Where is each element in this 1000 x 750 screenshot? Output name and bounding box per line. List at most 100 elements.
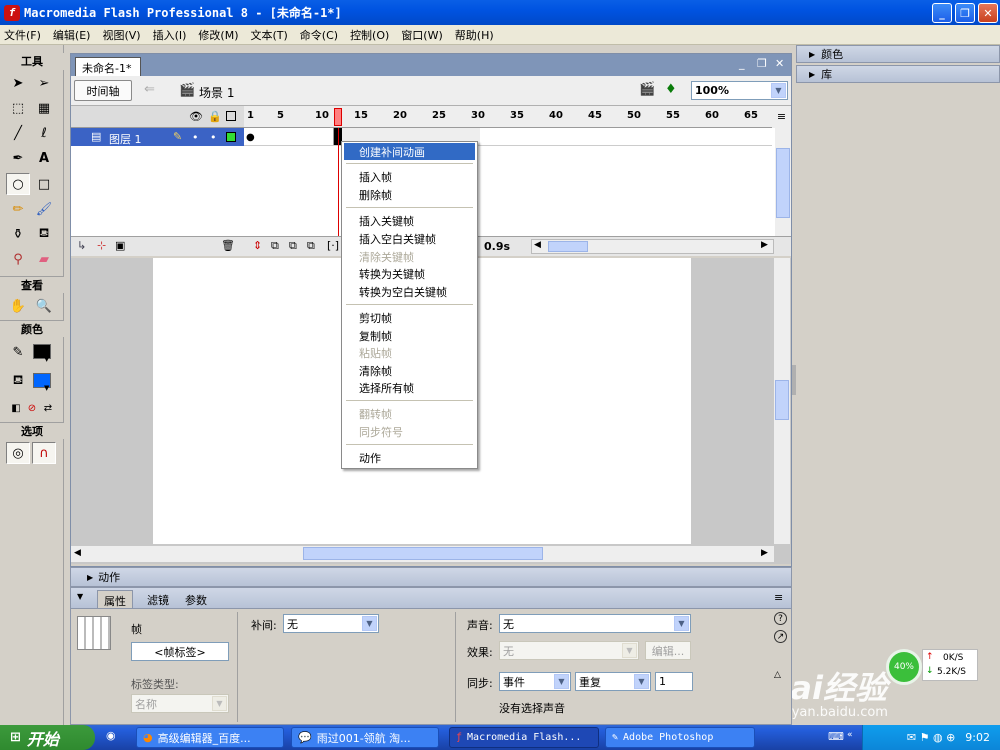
window-title-bar[interactable]: f Macromedia Flash Professional 8 - [未命名…	[0, 0, 1000, 25]
layer-visible-dot[interactable]: •	[192, 131, 199, 144]
stage-scroll-left-icon[interactable]: ◀	[74, 548, 81, 558]
menu-help[interactable]: 帮助(H)	[455, 27, 494, 43]
tray-expand-icon[interactable]: «	[847, 730, 853, 740]
pencil-tool-icon[interactable]: ✏	[6, 198, 30, 220]
chevron-down-icon[interactable]: ▼	[634, 674, 649, 689]
timeline-menu-icon[interactable]: ≡	[772, 106, 791, 128]
menu-item-insert-blank-keyframe[interactable]: 插入空白关键帧	[344, 230, 475, 247]
collapse-up-icon[interactable]: △	[774, 670, 781, 680]
paint-bucket-tool-icon[interactable]: ⛾	[32, 223, 56, 245]
menu-insert[interactable]: 插入(I)	[153, 27, 187, 43]
chevron-down-icon[interactable]: ▼	[771, 83, 786, 98]
collapse-arrow-icon[interactable]: ▼	[77, 592, 83, 601]
sync-select[interactable]: 事件 ▼	[499, 672, 571, 691]
help-icon[interactable]: ?	[774, 612, 787, 625]
onion-outline-icon[interactable]: ⧉	[289, 239, 297, 253]
lock-icon[interactable]: 🔒	[208, 110, 222, 123]
close-button[interactable]: ✕	[978, 3, 998, 23]
menu-edit[interactable]: 编辑(E)	[53, 27, 91, 43]
playhead[interactable]	[334, 108, 342, 126]
frame-ruler[interactable]: 1 5 10 15 20 25 30 35 40 45 50 55 60 65	[244, 106, 772, 128]
menu-file[interactable]: 文件(F)	[4, 27, 41, 43]
menu-item-insert-keyframe[interactable]: 插入关键帧	[344, 212, 475, 229]
subselect-tool-icon[interactable]: ➢	[32, 72, 56, 94]
layer-outline-color[interactable]	[226, 132, 236, 142]
menu-item-clear-frames[interactable]: 清除帧	[344, 362, 475, 379]
dock-splitter-handle[interactable]	[792, 365, 796, 395]
layer-lock-dot[interactable]: •	[210, 131, 217, 144]
doc-restore-icon[interactable]: ❐	[757, 57, 767, 70]
doc-minimize-icon[interactable]: _	[739, 57, 745, 70]
edit-multiple-icon[interactable]: ⧉	[307, 239, 315, 253]
menu-commands[interactable]: 命令(C)	[300, 27, 338, 43]
stage-scroll-right-icon[interactable]: ▶	[761, 548, 768, 558]
edit-scene-icon[interactable]: 🎬	[639, 82, 655, 97]
chevron-down-icon[interactable]: ▼	[554, 674, 569, 689]
menu-item-select-all-frames[interactable]: 选择所有帧	[344, 379, 475, 396]
stage-hscroll[interactable]: ◀ ▶	[71, 546, 774, 562]
swap-colors-icon[interactable]: ⇄	[36, 397, 60, 419]
document-tab[interactable]: 未命名-1*	[75, 57, 141, 76]
delete-layer-icon[interactable]: 🗑	[221, 239, 235, 252]
rectangle-tool-icon[interactable]: □	[32, 173, 56, 195]
menu-item-remove-frames[interactable]: 删除帧	[344, 186, 475, 203]
frame-label-input[interactable]: <帧标签>	[131, 642, 229, 661]
arrow-tool-icon[interactable]: ➤	[6, 72, 30, 94]
onion-skin-icon[interactable]: ⧉	[271, 239, 279, 253]
menu-item-copy-frames[interactable]: 复制帧	[344, 327, 475, 344]
scroll-right-icon[interactable]: ▶	[761, 240, 768, 250]
tween-select[interactable]: 无 ▼	[283, 614, 379, 633]
oval-tool-icon[interactable]: ○	[6, 173, 30, 195]
menu-item-actions[interactable]: 动作	[344, 449, 475, 466]
restore-button[interactable]: ❐	[955, 3, 975, 23]
zoom-tool-icon[interactable]: 🔍	[32, 295, 56, 317]
tab-properties[interactable]: 属性	[97, 590, 133, 608]
hand-tool-icon[interactable]: ✋	[6, 295, 30, 317]
stage-hscroll-thumb[interactable]	[303, 547, 543, 560]
color-panel-header[interactable]: ▶ 颜色	[796, 45, 1000, 63]
menu-item-convert-to-blank-keyframes[interactable]: 转换为空白关键帧	[344, 283, 475, 300]
zoom-select[interactable]: 100% ▼	[691, 81, 788, 100]
frame-span[interactable]	[244, 128, 334, 145]
repeat-select[interactable]: 重复 ▼	[575, 672, 651, 691]
sound-select[interactable]: 无 ▼	[499, 614, 691, 633]
frame-row[interactable]: ●	[244, 128, 772, 146]
eye-icon[interactable]: 👁	[189, 110, 203, 123]
menu-item-convert-to-keyframes[interactable]: 转换为关键帧	[344, 265, 475, 282]
edit-in-actions-icon[interactable]: ↗	[774, 630, 787, 643]
back-arrow-icon[interactable]: ⇐	[144, 82, 155, 97]
stage-vscroll-thumb[interactable]	[775, 380, 789, 420]
insert-folder-icon[interactable]: ▣	[115, 239, 125, 252]
doc-close-icon[interactable]: ✕	[775, 57, 784, 70]
outline-icon[interactable]	[226, 111, 236, 121]
layer-name[interactable]: 图层 1	[109, 131, 142, 147]
task-flash[interactable]: ƒ Macromedia Flash...	[449, 727, 599, 748]
line-tool-icon[interactable]: ╱	[6, 122, 30, 144]
chevron-down-icon[interactable]: ▼	[674, 616, 689, 631]
onion-markers-icon[interactable]: [·]	[327, 239, 339, 252]
timeline-vscroll-thumb[interactable]	[776, 148, 790, 218]
tray-icons[interactable]: ✉ ⚑ ◍ ⊕	[907, 731, 955, 744]
tab-parameters[interactable]: 参数	[179, 590, 213, 608]
timeline-hscroll-thumb[interactable]	[548, 241, 588, 252]
task-browser[interactable]: ◕ 高级编辑器_百度...	[136, 727, 284, 748]
eraser-tool-icon[interactable]: ▰	[32, 248, 56, 270]
menu-modify[interactable]: 修改(M)	[198, 27, 238, 43]
layer-row[interactable]: ▤ 图层 1 ✎ • •	[71, 128, 244, 146]
brush-tool-icon[interactable]: 🖌	[32, 198, 56, 220]
pen-tool-icon[interactable]: ✒	[6, 147, 30, 169]
actions-panel-header[interactable]: ▶ 动作	[70, 567, 792, 587]
snap-magnet-icon[interactable]: ∩	[32, 442, 56, 464]
repeat-count-input[interactable]: 1	[655, 672, 693, 691]
chevron-down-icon[interactable]: ▼	[362, 616, 377, 631]
menu-item-create-motion-tween[interactable]: 创建补间动画	[344, 143, 475, 160]
panel-menu-icon[interactable]: ≡	[774, 591, 783, 604]
quicklaunch-ie-icon[interactable]: ◉	[106, 729, 116, 742]
gradient-transform-tool-icon[interactable]: ▦	[32, 97, 56, 119]
tab-filters[interactable]: 滤镜	[141, 590, 175, 608]
menu-item-cut-frames[interactable]: 剪切帧	[344, 309, 475, 326]
edit-symbol-icon[interactable]: ♦	[665, 82, 677, 97]
timeline-hscroll[interactable]: ◀ ▶	[531, 239, 774, 254]
menu-text[interactable]: 文本(T)	[250, 27, 287, 43]
minimize-button[interactable]: _	[932, 3, 952, 23]
